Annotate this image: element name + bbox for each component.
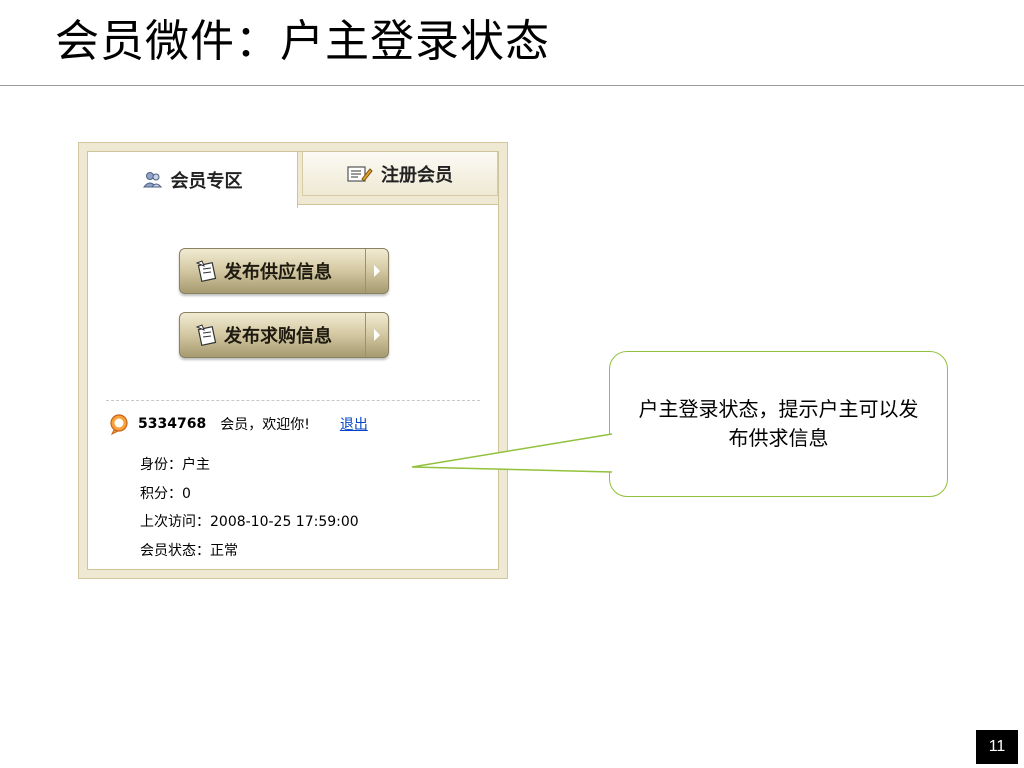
callout-pointer	[411, 433, 613, 473]
page-number: 11	[976, 730, 1018, 764]
callout-text: 户主登录状态，提示户主可以发布供求信息	[638, 397, 919, 450]
